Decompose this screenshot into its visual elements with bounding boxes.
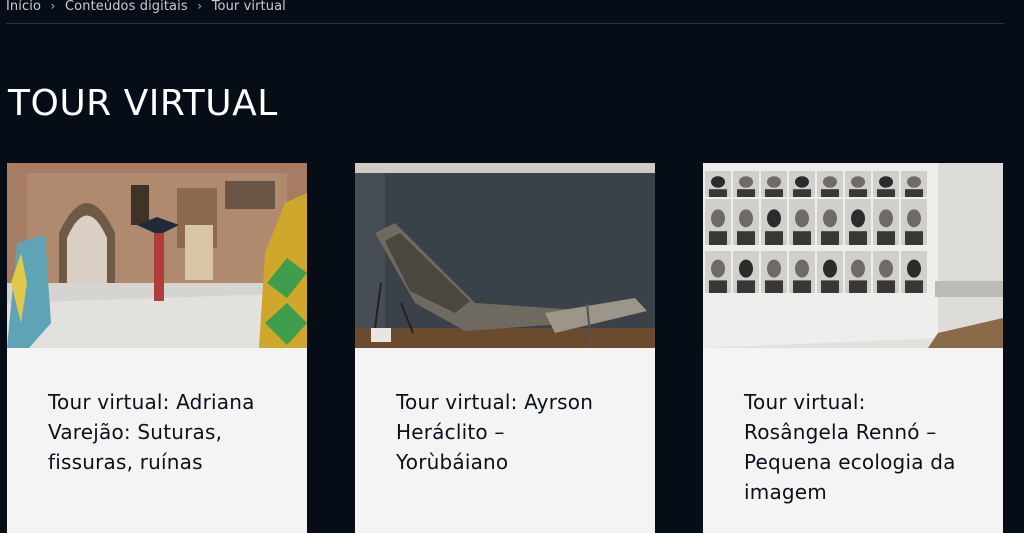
tour-card-rosangela-renno[interactable]: Tour virtual: Rosângela Rennó – Pequena … (703, 163, 1003, 533)
page-title: TOUR VIRTUAL (8, 83, 278, 124)
gallery-courtyard-image (7, 163, 307, 348)
chevron-right-icon: › (197, 0, 203, 13)
tour-card-ayrson-heraclito[interactable]: Tour virtual: Ayrson Heráclito – Yorùbái… (355, 163, 655, 533)
breadcrumb: Início › Conteúdos digitais › Tour virtu… (6, 0, 286, 16)
portrait-wall-image (703, 163, 1003, 348)
card-title: Tour virtual: Rosângela Rennó – Pequena … (744, 390, 956, 504)
card-title: Tour virtual: Adriana Varejão: Suturas, … (48, 390, 255, 474)
card-title: Tour virtual: Ayrson Heráclito – Yorùbái… (396, 390, 594, 474)
boat-installation-image (355, 163, 655, 348)
breadcrumb-current: Tour virtual (211, 0, 286, 14)
breadcrumb-home-link[interactable]: Início (6, 0, 41, 14)
breadcrumb-digital-content-link[interactable]: Conteúdos digitais (65, 0, 188, 14)
chevron-right-icon: › (50, 0, 56, 13)
divider (6, 23, 1004, 24)
tour-card-adriana-varejao[interactable]: Tour virtual: Adriana Varejão: Suturas, … (7, 163, 307, 533)
